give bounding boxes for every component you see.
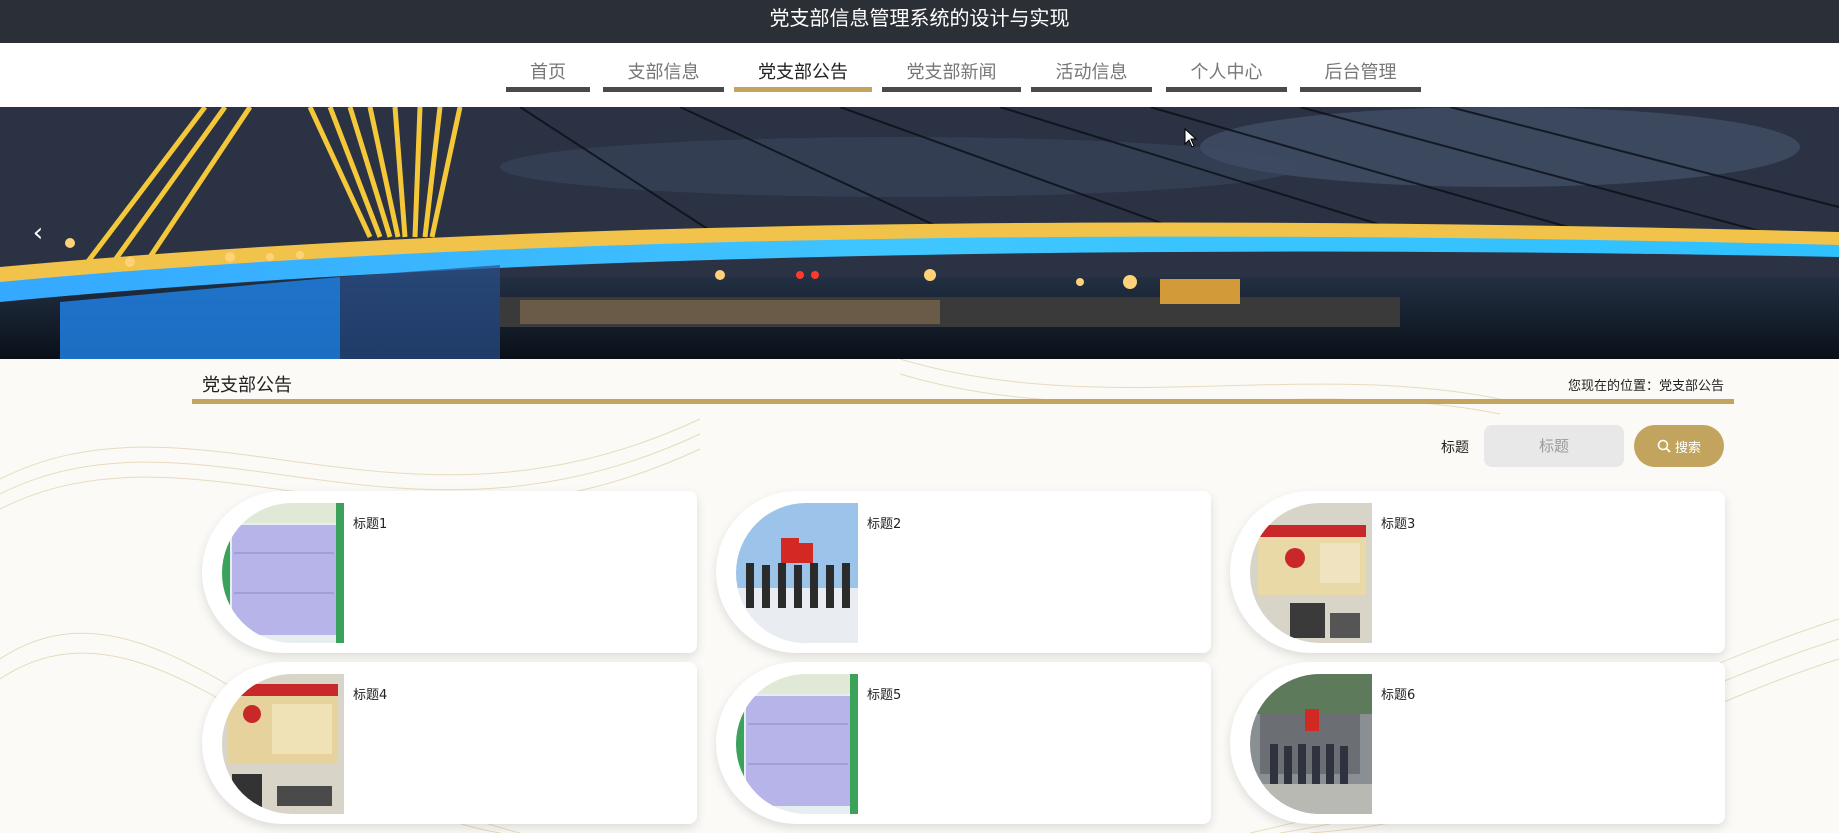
mouse-cursor-icon <box>1184 128 1198 148</box>
main-nav: 首页 支部信息 党支部公告 党支部新闻 活动信息 个人中心 后台管理 <box>0 43 1839 107</box>
nav-item-announcements[interactable]: 党支部公告 <box>734 59 872 92</box>
breadcrumb-location: 您现在的位置：党支部公告 <box>1567 379 1724 394</box>
card-thumbnail <box>1250 503 1372 643</box>
nav-item-branch-info[interactable]: 支部信息 <box>603 59 724 92</box>
card-thumbnail <box>222 674 344 814</box>
nav-item-news[interactable]: 党支部新闻 <box>882 59 1021 92</box>
nav-item-activities[interactable]: 活动信息 <box>1031 59 1152 92</box>
bulletin-board-photo <box>736 674 858 814</box>
announcement-card[interactable]: 标题6 <box>1230 662 1725 824</box>
group-at-building-photo <box>1250 674 1372 814</box>
nav-item-personal-center[interactable]: 个人中心 <box>1166 59 1287 92</box>
search-button-label: 搜索 <box>1674 440 1701 456</box>
app-title: 党支部信息管理系统的设计与实现 <box>769 6 1070 30</box>
app-title-bar: 党支部信息管理系统的设计与实现 <box>0 0 1839 43</box>
card-title: 标题1 <box>353 517 388 532</box>
card-title: 标题6 <box>1381 688 1416 703</box>
search-button[interactable]: 搜索 <box>1634 425 1724 467</box>
group-with-flags-photo <box>736 503 858 643</box>
carousel-prev-button[interactable]: ‹ <box>28 219 48 247</box>
bulletin-board-photo <box>222 503 344 643</box>
card-thumbnail <box>736 674 858 814</box>
card-title: 标题2 <box>867 517 902 532</box>
party-room-wall-photo <box>222 674 344 814</box>
announcement-card[interactable]: 标题3 <box>1230 491 1725 653</box>
card-title: 标题4 <box>353 688 388 703</box>
chevron-left-icon: ‹ <box>32 218 44 248</box>
bridge-night-photo <box>0 107 1839 359</box>
nav-item-home[interactable]: 首页 <box>506 59 590 92</box>
search-icon <box>1657 439 1671 453</box>
title-search-input[interactable] <box>1484 425 1624 467</box>
section-header: 党支部公告 您现在的位置：党支部公告 <box>192 371 1734 404</box>
card-thumbnail <box>736 503 858 643</box>
banner-carousel[interactable]: ‹ <box>0 107 1839 359</box>
card-title: 标题3 <box>1381 517 1416 532</box>
nav-item-admin[interactable]: 后台管理 <box>1300 59 1421 92</box>
section-title: 党支部公告 <box>202 375 292 396</box>
announcement-card[interactable]: 标题5 <box>716 662 1211 824</box>
announcement-card[interactable]: 标题1 <box>202 491 697 653</box>
search-label: 标题 <box>1441 440 1469 456</box>
announcement-card[interactable]: 标题2 <box>716 491 1211 653</box>
card-thumbnail <box>222 503 344 643</box>
party-room-wall-photo <box>1250 503 1372 643</box>
content-area: 党支部公告 您现在的位置：党支部公告 标题 搜索 标题1 <box>0 359 1839 833</box>
announcement-card[interactable]: 标题4 <box>202 662 697 824</box>
card-thumbnail <box>1250 674 1372 814</box>
card-title: 标题5 <box>867 688 902 703</box>
